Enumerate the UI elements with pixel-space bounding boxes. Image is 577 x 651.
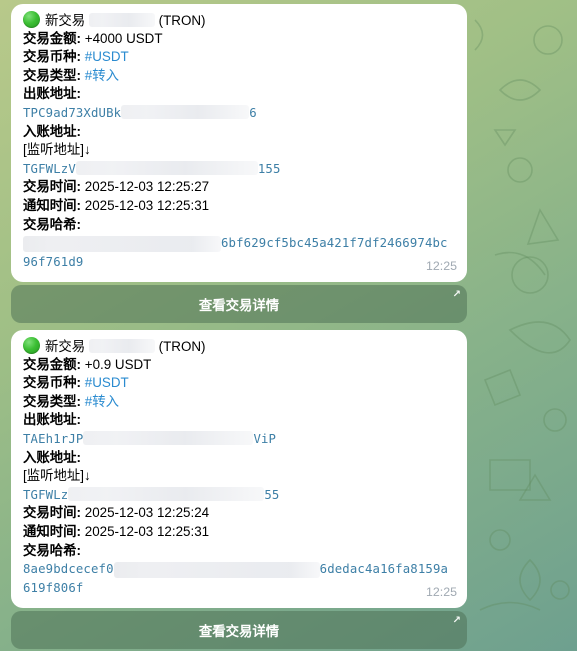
view-details-label: 查看交易详情	[198, 298, 280, 313]
tx-hash-continued[interactable]: 96f761d9	[23, 253, 456, 272]
green-circle-icon	[23, 337, 40, 354]
monitor-tag-row: [监听地址]↓	[23, 141, 456, 160]
redacted-name	[88, 13, 155, 27]
to-label-row: 入账地址:	[23, 449, 456, 468]
to-address-start: TGFWLz	[23, 487, 69, 502]
message-bubble: 新交易 (TRON) 交易金额: +0.9 USDT 交易币种: #USDT 交…	[11, 330, 467, 608]
from-address-label: 出账地址:	[23, 86, 82, 102]
coin-label: 交易币种:	[23, 375, 82, 391]
from-label-row: 出账地址:	[23, 411, 456, 430]
tx-time-label: 交易时间:	[23, 179, 82, 195]
hash-line-2: 96f761d9	[23, 255, 84, 270]
redacted-name	[88, 339, 155, 353]
message-title: 新交易	[45, 339, 86, 354]
from-address[interactable]: TPC9ad73XdUBk 6	[23, 104, 456, 123]
notify-time-label: 通知时间:	[23, 197, 82, 213]
redacted-address	[68, 486, 265, 501]
message-timestamp: 12:25	[425, 259, 457, 274]
tx-time-label: 交易时间:	[23, 505, 82, 521]
coin-row: 交易币种: #USDT	[23, 374, 456, 393]
to-label-row: 入账地址:	[23, 123, 456, 142]
from-address-label: 出账地址:	[23, 412, 82, 428]
hash-label-row: 交易哈希:	[23, 216, 456, 235]
redacted-address	[83, 430, 254, 445]
tx-time-row: 交易时间: 2025-12-03 12:25:27	[23, 178, 456, 197]
message-header: 新交易 (TRON)	[23, 337, 456, 356]
notify-time-label: 通知时间:	[23, 523, 82, 539]
amount-label: 交易金额:	[23, 30, 82, 46]
to-address-label: 入账地址:	[23, 449, 82, 465]
from-address-start: TAEh1rJP	[23, 431, 84, 446]
monitor-tag: [监听地址]↓	[23, 142, 91, 158]
tx-time-row: 交易时间: 2025-12-03 12:25:24	[23, 504, 456, 523]
type-row: 交易类型: #转入	[23, 393, 456, 412]
hash-label: 交易哈希:	[23, 216, 82, 232]
tx-hash-continued[interactable]: 619f806f	[23, 579, 456, 598]
green-circle-icon	[23, 11, 40, 28]
network-label: (TRON)	[158, 13, 206, 28]
amount-row: 交易金额: +0.9 USDT	[23, 356, 456, 375]
redacted-address	[75, 160, 258, 175]
to-address-end: 55	[264, 487, 280, 502]
from-address-start: TPC9ad73XdUBk	[23, 105, 122, 120]
type-label: 交易类型:	[23, 393, 82, 409]
notify-time-value: 2025-12-03 12:25:31	[81, 523, 210, 539]
to-address[interactable]: TGFWLzV 155	[23, 160, 456, 179]
hash-middle: 6bf629cf5bc45a421f7df246697	[221, 236, 425, 251]
to-address[interactable]: TGFWLz 55	[23, 486, 456, 505]
amount-value: +4000 USDT	[81, 30, 163, 46]
from-address[interactable]: TAEh1rJP ViP	[23, 430, 456, 449]
to-address-label: 入账地址:	[23, 123, 82, 139]
notify-time-row: 通知时间: 2025-12-03 12:25:31	[23, 523, 456, 542]
message-bubble: 新交易 (TRON) 交易金额: +4000 USDT 交易币种: #USDT …	[11, 4, 467, 282]
tx-hash[interactable]: 8ae9bdcecef0 6dedac4a16fa8159 a	[23, 560, 456, 579]
hash-end: 4bc	[424, 236, 448, 251]
message-2: 新交易 (TRON) 交易金额: +0.9 USDT 交易币种: #USDT 交…	[11, 330, 467, 649]
from-address-end: ViP	[253, 431, 277, 446]
hash-middle: 6dedac4a16fa8159	[319, 562, 441, 577]
arrow-up-right-icon: ↗	[452, 615, 461, 626]
view-details-button[interactable]: 查看交易详情 ↗	[11, 611, 467, 649]
type-label: 交易类型:	[23, 67, 82, 83]
redacted-address	[121, 104, 250, 119]
monitor-tag-row: [监听地址]↓	[23, 467, 456, 486]
type-hashtag-link[interactable]: #转入	[85, 394, 119, 409]
notify-time-value: 2025-12-03 12:25:31	[81, 197, 210, 213]
monitor-tag: [监听地址]↓	[23, 468, 91, 484]
message-header: 新交易 (TRON)	[23, 11, 456, 30]
redacted-hash	[23, 235, 221, 252]
redacted-hash	[113, 561, 320, 578]
view-details-label: 查看交易详情	[198, 624, 280, 639]
to-address-end: 155	[257, 161, 281, 176]
type-hashtag-link[interactable]: #转入	[85, 68, 119, 83]
coin-hashtag-link[interactable]: #USDT	[85, 49, 129, 64]
message-title: 新交易	[45, 13, 86, 28]
hash-start: 8ae9bdcecef0	[23, 562, 114, 577]
notify-time-row: 通知时间: 2025-12-03 12:25:31	[23, 197, 456, 216]
message-timestamp: 12:25	[425, 585, 457, 600]
hash-label-row: 交易哈希:	[23, 542, 456, 561]
tx-hash[interactable]: 6bf629cf5bc45a421f7df246697 4bc	[23, 234, 456, 253]
coin-label: 交易币种:	[23, 49, 82, 65]
amount-row: 交易金额: +4000 USDT	[23, 30, 456, 49]
to-address-start: TGFWLzV	[23, 161, 76, 176]
tx-time-value: 2025-12-03 12:25:24	[81, 505, 210, 521]
hash-end: a	[440, 562, 449, 577]
tx-time-value: 2025-12-03 12:25:27	[81, 179, 210, 195]
amount-value: +0.9 USDT	[81, 356, 152, 372]
from-address-end: 6	[249, 105, 257, 120]
amount-label: 交易金额:	[23, 356, 82, 372]
arrow-up-right-icon: ↗	[452, 289, 461, 300]
message-1: 新交易 (TRON) 交易金额: +4000 USDT 交易币种: #USDT …	[11, 4, 467, 323]
network-label: (TRON)	[158, 339, 206, 354]
coin-row: 交易币种: #USDT	[23, 48, 456, 67]
from-label-row: 出账地址:	[23, 85, 456, 104]
hash-label: 交易哈希:	[23, 542, 82, 558]
type-row: 交易类型: #转入	[23, 67, 456, 86]
hash-line-2: 619f806f	[23, 581, 84, 596]
view-details-button[interactable]: 查看交易详情 ↗	[11, 285, 467, 323]
coin-hashtag-link[interactable]: #USDT	[85, 375, 129, 390]
